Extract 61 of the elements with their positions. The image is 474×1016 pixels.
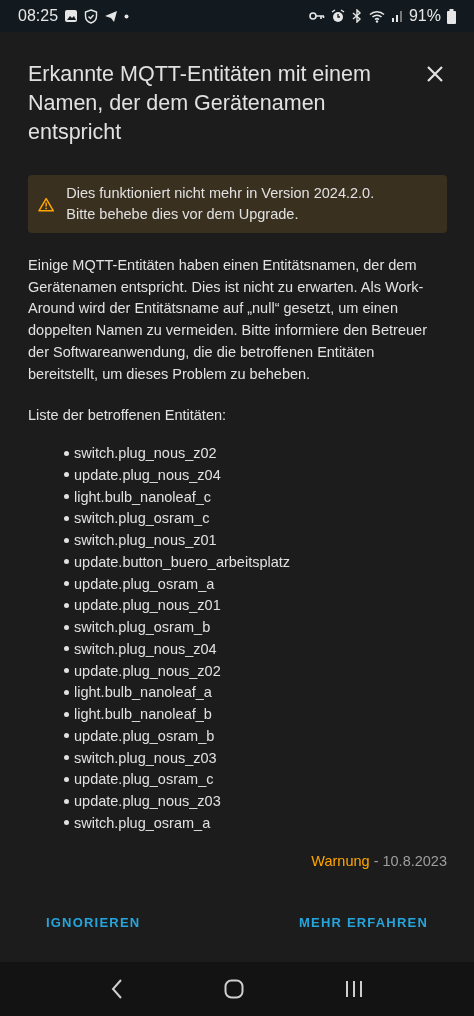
entity-id: update.plug_osram_b xyxy=(74,727,215,744)
bluetooth-icon xyxy=(350,9,363,23)
back-icon[interactable] xyxy=(110,979,123,999)
entity-id: update.plug_nous_z04 xyxy=(74,466,221,483)
key-icon xyxy=(308,11,325,21)
signal-icon xyxy=(390,10,403,22)
bullet-icon xyxy=(64,581,69,587)
entity-id: switch.plug_nous_z04 xyxy=(74,640,217,657)
recent-apps-icon[interactable] xyxy=(345,980,364,998)
entity-id: light.bulb_nanoleaf_a xyxy=(74,684,212,701)
entity-id: switch.plug_osram_a xyxy=(74,814,211,831)
entity-id: switch.plug_nous_z03 xyxy=(74,749,217,766)
bullet-icon xyxy=(64,776,69,782)
entity-id: update.plug_nous_z02 xyxy=(74,662,221,679)
bullet-icon xyxy=(64,711,69,717)
bullet-icon xyxy=(64,450,69,456)
shield-icon xyxy=(84,8,99,24)
bullet-icon xyxy=(64,559,69,565)
bullet-icon xyxy=(64,689,69,695)
bullet-icon xyxy=(64,602,69,608)
home-icon[interactable] xyxy=(224,979,244,999)
alarm-icon xyxy=(330,9,345,23)
gallery-icon xyxy=(64,9,79,23)
entity-id: switch.plug_osram_c xyxy=(74,510,210,527)
entity-id: update.plug_osram_a xyxy=(74,575,215,592)
dialog-action-button[interactable]: MEHR ERFAHREN xyxy=(289,907,438,938)
bullet-icon xyxy=(64,515,69,521)
bullet-icon xyxy=(64,755,69,761)
list-heading: Liste der betroffenen Entitäten: xyxy=(28,406,228,426)
wifi-icon xyxy=(368,9,385,23)
bullet-icon xyxy=(64,820,69,826)
entity-id: switch.plug_osram_b xyxy=(74,619,211,636)
separator: - xyxy=(373,852,379,869)
issue-date: 10.8.2023 xyxy=(382,852,447,869)
description-paragraph: Einige MQTT-Entitäten haben einen Entitätsnamen, der dem Gerätenamen entspricht. Dies ist nicht zu erwarten. Als Work-Around wird der Entitätsname auf „null“ gesetzt, um einen doppelten Namen zu vermeiden. Bitte informiere den Betreuer der Softwareanwendung, die die betroffenen Entitäten bereitstellt, um dieses Problem zu beheben. xyxy=(28,256,428,384)
bullet-icon xyxy=(64,646,69,652)
bullet-icon xyxy=(64,537,69,543)
severity-label: Warnung xyxy=(311,852,370,869)
close-icon xyxy=(427,66,443,82)
bullet-icon xyxy=(64,798,69,804)
battery-icon xyxy=(447,8,456,24)
entity-id: light.bulb_nanoleaf_b xyxy=(74,706,212,723)
alert-message: Dies funktioniert nicht mehr in Version 2024.2.0. Bitte behebe dies vor dem Upgrade. xyxy=(66,184,376,224)
bullet-icon xyxy=(64,668,69,674)
bullet-icon xyxy=(64,494,69,500)
dialog-action-button[interactable]: IGNORIEREN xyxy=(36,907,151,938)
entity-id: update.plug_nous_z01 xyxy=(74,597,221,614)
entity-id: update.button_buero_arbeitsplatz xyxy=(74,553,291,570)
entity-id: update.plug_osram_c xyxy=(74,771,214,788)
bullet-icon xyxy=(64,733,69,739)
entity-id: switch.plug_nous_z02 xyxy=(74,445,217,462)
entity-id: switch.plug_nous_z01 xyxy=(74,532,217,549)
paper-plane-icon xyxy=(104,9,119,23)
entity-id: light.bulb_nanoleaf_c xyxy=(74,488,212,505)
bullet-icon xyxy=(64,472,69,478)
entity-id: update.plug_nous_z03 xyxy=(74,793,221,810)
status-time: 08:25 xyxy=(18,7,59,25)
battery-percentage: 91% xyxy=(408,7,441,25)
bullet-icon xyxy=(64,624,69,630)
dialog-title: Erkannte MQTT-Entitäten mit einem Namen, der dem Gerätenamen entspricht xyxy=(28,61,372,146)
notification-dot-icon xyxy=(124,13,130,19)
